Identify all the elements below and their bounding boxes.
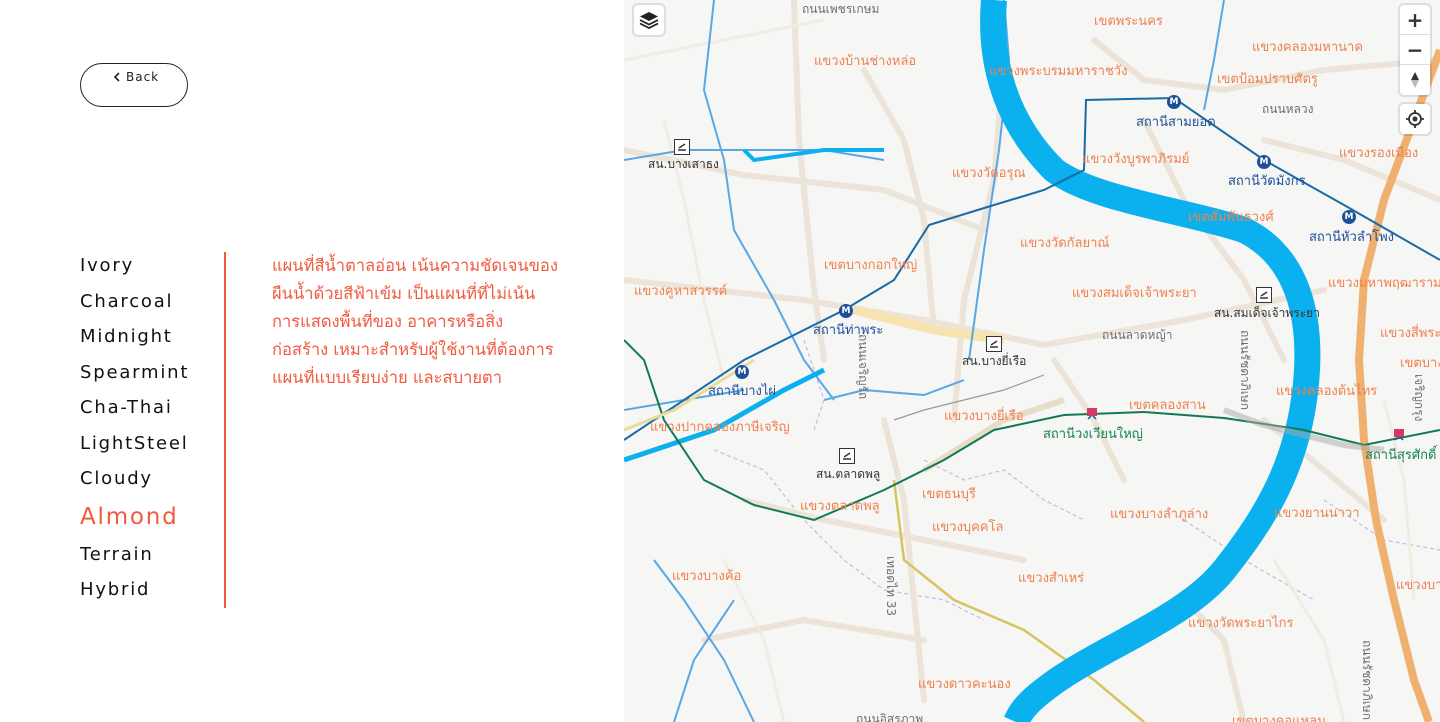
metro-station-icon[interactable]: M <box>1167 95 1181 109</box>
map-label: แขวงวัดกัลยาณ์ <box>1020 236 1110 251</box>
map-label: เขตธนบุรี <box>922 487 976 502</box>
map-label: เขตพระนคร <box>1094 14 1163 29</box>
map-label: แขวงบาง <box>1396 578 1440 593</box>
map-label: แขวงบ้านช่างหล่อ <box>814 54 917 69</box>
map-label: แขวงวังบูรพาภิรมย์ <box>1082 152 1190 167</box>
compass-icon <box>1411 72 1419 88</box>
style-option-charcoal[interactable]: Charcoal <box>80 288 220 324</box>
layers-icon <box>639 12 659 29</box>
road-label: ถนนเพชรเกษม <box>802 2 880 16</box>
pier-label: สน.ตลาดพลู <box>816 467 881 481</box>
map-label: แขวงสมเด็จเจ้าพระยา <box>1072 286 1197 301</box>
map-label: เขตบาง <box>1400 356 1440 371</box>
road-label: ถนนรัชดาภิเษก <box>1238 330 1252 410</box>
station-label: สถานีสามยอด <box>1136 115 1216 130</box>
map-style-list: Ivory Charcoal Midnight Spearmint Cha-Thai Li… <box>80 252 220 612</box>
metro-station-icon[interactable]: M <box>1257 155 1271 169</box>
rail-station-label: สถานีสุรศักดิ์ <box>1365 448 1437 463</box>
zoom-in-button[interactable]: + <box>1400 5 1430 35</box>
map-label: แขวงวัดพระยาไกร <box>1188 616 1294 631</box>
style-divider <box>224 252 226 608</box>
style-option-midnight[interactable]: Midnight <box>80 323 220 359</box>
map-label: เขตป้อมปราบศัตรู <box>1217 72 1318 87</box>
style-option-cloudy[interactable]: Cloudy <box>80 465 220 501</box>
style-option-ivory[interactable]: Ivory <box>80 252 220 288</box>
map-label: แขวงคลองต้นไทร <box>1276 384 1378 399</box>
back-button-content: Back <box>113 70 159 84</box>
road-label: ถนนอิสรภาพ <box>856 712 924 722</box>
map-label: แขวงบางค้อ <box>672 569 742 584</box>
boat-pier-icon[interactable] <box>674 139 690 155</box>
boat-pier-icon[interactable] <box>986 336 1002 352</box>
locate-button[interactable] <box>1400 104 1430 134</box>
map-label: แขวงยานนาวา <box>1274 506 1360 521</box>
back-button-label: Back <box>126 70 160 84</box>
description-line: แผนที่แบบเรียบง่าย และสบายตา <box>272 368 502 387</box>
train-station-icon[interactable] <box>1086 407 1098 420</box>
style-option-terrain[interactable]: Terrain <box>80 541 220 577</box>
map-label: แขวงดาวคะนอง <box>918 677 1011 692</box>
style-option-almond[interactable]: Almond <box>80 501 220 541</box>
style-option-spearmint[interactable]: Spearmint <box>80 359 220 395</box>
road-label: ถนนลาดหญ้า <box>1102 328 1173 342</box>
station-label: สถานีบางไผ่ <box>708 384 777 399</box>
map-canvas <box>624 0 1440 722</box>
map-label: แขวงสำเหร่ <box>1018 571 1085 586</box>
back-button[interactable]: Back <box>80 63 188 107</box>
style-option-hybrid[interactable]: Hybrid <box>80 576 220 612</box>
station-label: สถานีวัดมังกร <box>1228 174 1306 189</box>
map-label: แขวงตลาดพลู <box>800 499 880 514</box>
map-label: แขวงมหาพฤฒาราม <box>1328 276 1440 291</box>
train-station-icon[interactable] <box>1393 428 1405 441</box>
style-option-lightsteel[interactable]: LightSteel <box>80 430 220 466</box>
road-label: เจริญกรุง <box>1412 374 1426 422</box>
metro-station-icon[interactable]: M <box>1342 210 1356 224</box>
description-line: แผนที่สีน้ำตาลอ่อน เน้นความชัดเจนของ <box>272 256 558 275</box>
rail-station-label: สถานีวงเวียนใหญ่ <box>1043 427 1143 442</box>
description-line: การแสดงพื้นที่ของ อาคารหรือสิ่ง <box>272 312 504 331</box>
map-label: แขวงสี่พระยา <box>1380 326 1440 341</box>
map-label: เขตบางกอกใหญ่ <box>824 258 918 273</box>
layers-button[interactable] <box>634 5 664 35</box>
boat-pier-icon[interactable] <box>1256 287 1272 303</box>
map-label: แขวงพระบรมมหาราชวัง <box>989 64 1128 79</box>
pier-label: สน.สมเด็จเจ้าพระยา <box>1214 306 1320 320</box>
map-label: เขตคลองสาน <box>1129 398 1206 413</box>
station-label: สถานีท่าพระ <box>813 323 884 338</box>
description-line: ก่อสร้าง เหมาะสำหรับผู้ใช้งานที่ต้องการ <box>272 340 554 359</box>
zoom-controls: + − <box>1400 5 1430 95</box>
style-picker-panel: Back Ivory Charcoal Midnight Spearmint Cha-T… <box>0 0 624 722</box>
description-line: ผืนน้ำด้วยสีฟ้าเข้ม เป็นแผนที่ที่ไม่เน้น <box>272 284 536 303</box>
map-label: แขวงวัดอรุณ <box>952 166 1026 181</box>
metro-station-icon[interactable]: M <box>735 365 749 379</box>
road-label: เทอดไท 33 <box>884 556 898 617</box>
map-view[interactable]: เขตพระนคร แขวงคลองมหานาค แขวงบ้านช่างหล่… <box>624 0 1440 722</box>
station-label: สถานีหัวลำโพง <box>1309 230 1395 245</box>
map-label: เขตสัมพันธวงศ์ <box>1188 210 1274 225</box>
zoom-out-button[interactable]: − <box>1400 35 1430 65</box>
style-option-cha-thai[interactable]: Cha-Thai <box>80 394 220 430</box>
map-label: เขตบางคอแหลม <box>1232 714 1326 722</box>
map-label: แขวงปากคลองภาษีเจริญ <box>650 420 790 435</box>
map-label: แขวงคูหาสวรรค์ <box>634 284 728 299</box>
map-label: แขวงบุคคโล <box>932 520 1004 535</box>
map-label: แขวงคลองมหานาค <box>1252 40 1364 55</box>
map-label: แขวงบางลำภูล่าง <box>1110 507 1209 522</box>
pier-label: สน.บางเสาธง <box>648 157 719 171</box>
map-label: แขวงรองเมือง <box>1339 146 1419 161</box>
style-description: แผนที่สีน้ำตาลอ่อน เน้นความชัดเจนของผืนน… <box>272 252 592 392</box>
compass-button[interactable] <box>1400 65 1430 95</box>
pier-label: สน.บางยี่เรือ <box>962 354 1027 368</box>
road-label: ถนนหลวง <box>1262 102 1314 116</box>
road-label: ถนนเจริญรัถ <box>856 334 870 400</box>
boat-pier-icon[interactable] <box>839 448 855 464</box>
chevron-left-icon <box>113 72 120 82</box>
map-label: แขวงบางยี่เรือ <box>944 409 1024 424</box>
road-label: ถนนรัชดาภิเษก <box>1360 640 1374 720</box>
metro-station-icon[interactable]: M <box>839 304 853 318</box>
locate-icon <box>1406 110 1424 128</box>
